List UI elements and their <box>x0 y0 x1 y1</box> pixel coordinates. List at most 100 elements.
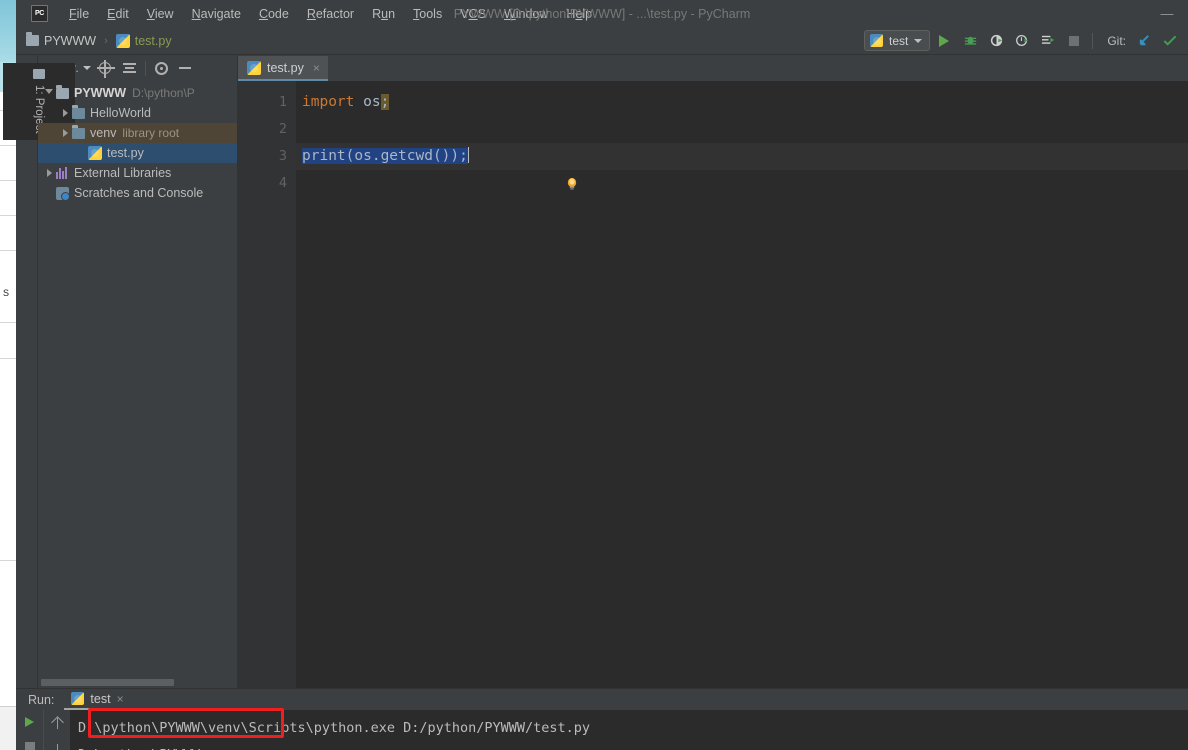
close-icon[interactable]: × <box>117 692 124 706</box>
tab-test-py[interactable]: test.py × <box>238 56 328 81</box>
git-label: Git: <box>1107 33 1126 48</box>
stop-process-button[interactable] <box>21 739 39 750</box>
tree-node-scratches[interactable]: Scratches and Console <box>38 183 237 203</box>
profile-button[interactable] <box>1010 30 1034 52</box>
breadcrumb-separator: › <box>104 34 108 47</box>
run-tab-row: Run: test × <box>16 689 1188 710</box>
menu-refactor[interactable]: Refactor <box>298 4 363 24</box>
scratch-icon <box>56 186 70 201</box>
expand-arrow[interactable] <box>58 129 72 137</box>
tree-node-helloworld[interactable]: HelloWorld <box>38 103 237 123</box>
run-with-console-icon <box>1041 35 1054 44</box>
git-commit-button[interactable] <box>1158 30 1182 52</box>
expand-arrow[interactable] <box>58 109 72 117</box>
menu-file[interactable]: File <box>60 4 98 24</box>
menu-tools[interactable]: Tools <box>404 4 451 24</box>
toolbar-divider <box>1092 32 1094 49</box>
tab-label: test.py <box>267 60 304 75</box>
gear-icon <box>154 61 168 75</box>
code-line-1[interactable]: import os; <box>296 89 1188 116</box>
run-button[interactable] <box>932 30 956 52</box>
menu-window[interactable]: Window <box>495 4 557 24</box>
code-editor[interactable]: 1 2 3 4 import os; print(os.getcwd()); <box>238 81 1188 688</box>
python-icon <box>71 692 85 705</box>
project-settings-button[interactable] <box>150 57 173 79</box>
background-cell-text: S <box>3 288 10 298</box>
coverage-button[interactable] <box>984 30 1008 52</box>
console-line-output: D:\python\PYWWW <box>78 742 1188 750</box>
code-line-2[interactable] <box>296 116 1188 190</box>
panel-divider <box>144 60 146 76</box>
debug-icon <box>964 36 976 45</box>
tree-node-testpy[interactable]: test.py <box>38 143 237 163</box>
tree-node-label: HelloWorld <box>90 106 151 120</box>
tree-node-note: D:\python\P <box>132 86 195 100</box>
folder-icon <box>33 69 45 79</box>
expand-arrow[interactable] <box>42 169 56 177</box>
stop-icon <box>1069 35 1080 46</box>
up-arrow-icon <box>52 716 63 730</box>
folder-icon <box>56 84 69 99</box>
tree-node-external-libraries[interactable]: External Libraries <box>38 163 237 183</box>
debug-button[interactable] <box>958 30 982 52</box>
profile-icon <box>1015 34 1028 47</box>
library-icon <box>56 167 69 179</box>
python-file-icon <box>88 146 102 160</box>
run-content: D:\python\PYWWW\venv\Scripts\python.exe … <box>16 710 1188 750</box>
git-update-button[interactable] <box>1132 30 1156 52</box>
title-bar: PC File Edit View Navigate Code Refactor… <box>16 0 1188 27</box>
stop-button[interactable] <box>1062 30 1086 52</box>
collapse-all-button[interactable] <box>118 57 141 79</box>
chevron-down-icon <box>82 66 91 70</box>
run-console[interactable]: D:\python\PYWWW\venv\Scripts\python.exe … <box>70 710 1188 750</box>
tree-node-venv[interactable]: venv library root <box>38 123 237 143</box>
run-action-gutter <box>16 710 43 750</box>
left-tool-strip: 1: Project <box>3 55 75 688</box>
menu-vcs[interactable]: VCS <box>451 4 495 24</box>
locate-icon <box>97 60 116 78</box>
tree-node-label: Scratches and Console <box>74 186 204 200</box>
lightbulb-icon[interactable] <box>424 148 577 190</box>
run-tab-test[interactable]: test × <box>64 689 131 710</box>
editor-area: test.py × 1 2 3 4 import os; print(os.ge… <box>238 55 1188 688</box>
window-controls: — <box>1154 3 1180 25</box>
python-file-icon <box>115 33 130 48</box>
line-number: 1 <box>278 94 287 110</box>
expand-arrow[interactable] <box>42 88 56 98</box>
scroll-up-button[interactable] <box>48 715 66 731</box>
menu-view[interactable]: View <box>138 4 183 24</box>
minimize-button[interactable]: — <box>1154 3 1180 25</box>
menu-edit[interactable]: Edit <box>98 4 138 24</box>
breadcrumb-project-label: PYWWW <box>44 33 97 48</box>
tree-node-note: library root <box>122 126 180 140</box>
menu-code[interactable]: Code <box>250 4 298 24</box>
commit-icon <box>1163 35 1177 46</box>
run-window-label: Run: <box>28 692 55 707</box>
project-horizontal-scrollbar[interactable] <box>38 677 237 688</box>
run-configuration-selector[interactable]: test <box>863 30 931 51</box>
main-body: 1: Project Pr. <box>3 55 1188 688</box>
scrollbar-thumb[interactable] <box>41 679 174 686</box>
code-content[interactable]: import os; print(os.getcwd()); <box>296 81 1188 688</box>
main-menu: File Edit View Navigate Code Refactor Ru… <box>60 4 601 24</box>
line-number-gutter: 1 2 3 4 <box>238 81 296 688</box>
breadcrumb-project[interactable]: PYWWW <box>21 32 101 50</box>
hide-panel-button[interactable] <box>174 57 197 79</box>
close-icon[interactable]: × <box>313 61 320 75</box>
menu-run[interactable]: Run <box>363 4 404 24</box>
tree-node-pywww[interactable]: PYWWW D:\python\P <box>38 83 237 103</box>
breadcrumb-file[interactable]: test.py <box>111 32 177 50</box>
scroll-down-button[interactable] <box>48 742 66 750</box>
line-number: 4 <box>278 175 287 191</box>
run-scroll-gutter <box>43 710 70 750</box>
pycharm-logo-icon: PC <box>31 5 48 22</box>
run-with-console-button[interactable] <box>1036 30 1060 52</box>
tree-node-label: External Libraries <box>74 166 172 180</box>
menu-help[interactable]: Help <box>557 4 601 24</box>
keyword-import: import <box>302 94 355 110</box>
locate-file-button[interactable] <box>94 57 117 79</box>
python-icon <box>869 34 883 47</box>
menu-navigate[interactable]: Navigate <box>183 4 250 24</box>
console-line-command: D:\python\PYWWW\venv\Scripts\python.exe … <box>78 720 591 736</box>
rerun-button[interactable] <box>21 714 39 730</box>
